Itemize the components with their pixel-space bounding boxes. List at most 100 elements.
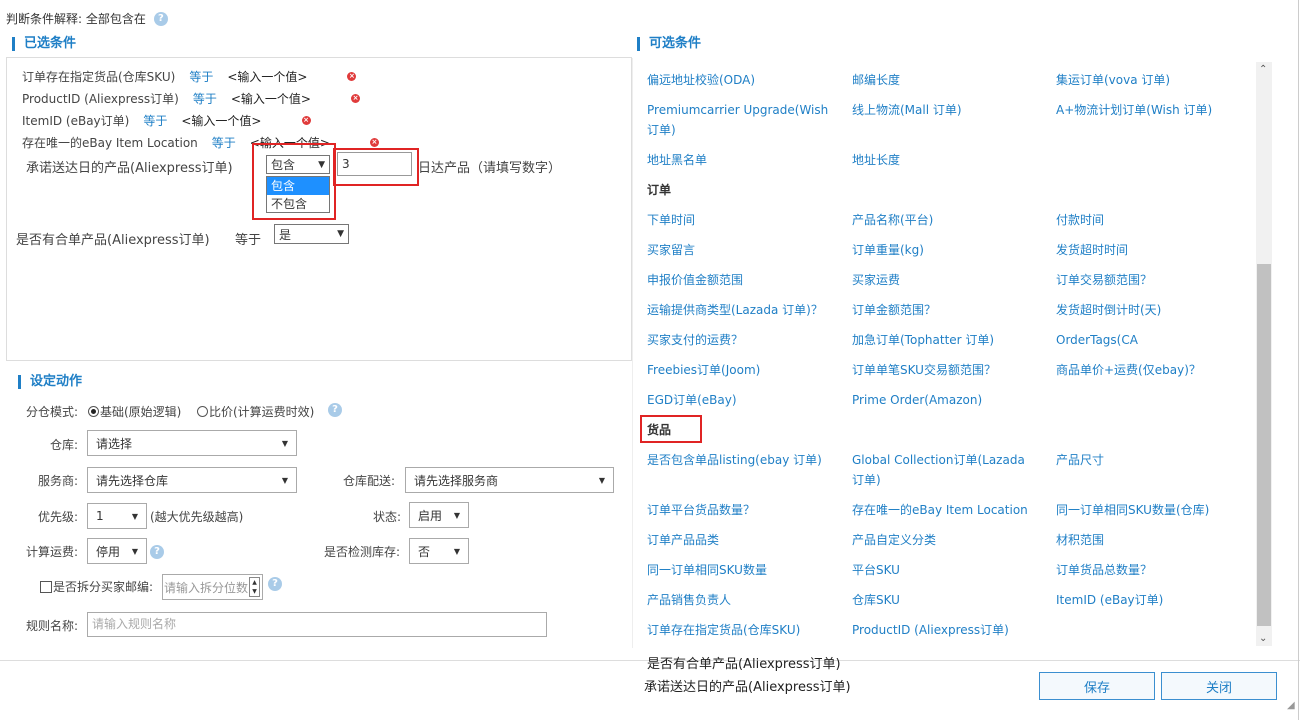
optional-scrollbar[interactable]: ⌃ ⌄ (1256, 62, 1272, 646)
optional-condition-item[interactable]: 邮编长度 (852, 70, 1040, 90)
remove-condition-icon[interactable]: × (369, 138, 379, 147)
condition-value[interactable]: <输入一个值> (231, 90, 311, 107)
optional-condition-item[interactable]: 偏远地址校验(ODA) (647, 70, 835, 90)
rule-name-input[interactable]: 请输入规则名称 (87, 612, 547, 637)
resize-grip-icon[interactable]: ◢ (1287, 700, 1295, 711)
drag-item-combine[interactable]: 是否有合单产品(Aliexpress订单) (647, 653, 841, 672)
optional-condition-item[interactable]: 付款时间 (1056, 210, 1244, 230)
scroll-down-icon[interactable]: ⌄ (1259, 633, 1267, 644)
optional-condition-item[interactable]: 仓库SKU (852, 590, 1040, 610)
optional-condition-item[interactable]: 产品名称(平台) (852, 210, 1040, 230)
caret-down-icon: ▼ (337, 229, 344, 239)
condition-explain-text: 判断条件解释: 全部包含在 (6, 12, 146, 26)
optional-condition-item[interactable]: 材积范围 (1056, 530, 1244, 550)
optional-condition-item[interactable]: 存在唯一的eBay Item Location (852, 500, 1040, 520)
optional-condition-item[interactable]: 产品销售负责人 (647, 590, 835, 610)
condition-operator[interactable]: 等于 (193, 90, 217, 107)
help-icon[interactable]: ? (268, 577, 282, 591)
optional-condition-item[interactable]: 线上物流(Mall 订单) (852, 100, 1040, 120)
help-icon[interactable]: ? (328, 403, 342, 417)
optional-condition-item[interactable]: ProductID (Aliexpress订单) (852, 620, 1040, 640)
optional-condition-item[interactable]: 买家支付的运费？ (647, 330, 835, 350)
optional-condition-item[interactable]: Prime Order(Amazon) (852, 390, 1040, 410)
split-digits-input[interactable]: 请输入拆分位数 ▲ ▼ (162, 574, 263, 600)
condition-value[interactable]: <输入一个值> (181, 112, 261, 129)
optional-condition-item[interactable]: Freebies订单(Joom) (647, 360, 835, 380)
remove-condition-icon[interactable]: × (301, 116, 311, 125)
scroll-up-icon[interactable]: ⌃ (1259, 64, 1267, 75)
optional-condition-item[interactable]: 同一订单相同SKU数量 (647, 560, 835, 580)
optional-condition-item[interactable]: 发货超时倒计时(天) (1056, 300, 1244, 320)
optional-condition-item[interactable]: 发货超时时间 (1056, 240, 1244, 260)
priority-select[interactable]: 1 ▼ (87, 503, 147, 529)
optional-condition-item[interactable]: 订单重量(kg) (852, 240, 1040, 260)
stock-select[interactable]: 否 ▼ (409, 538, 469, 564)
caret-down-icon: ▼ (453, 546, 460, 556)
optional-condition-item[interactable]: 订单平台货品数量？ (647, 500, 835, 520)
save-button[interactable]: 保存 (1039, 672, 1155, 700)
help-icon[interactable]: ? (153, 11, 168, 26)
optional-condition-item[interactable]: 平台SKU (852, 560, 1040, 580)
optional-condition-item[interactable]: 加急订单(Tophatter 订单) (852, 330, 1040, 350)
optional-condition-item[interactable]: OrderTags(CA (1056, 330, 1244, 350)
optional-condition-item[interactable]: 申报价值金额范围 (647, 270, 835, 290)
selected-condition-row: 订单存在指定货品(仓库SKU) 等于 <输入一个值> × (22, 68, 357, 85)
mode-basic-radio[interactable]: 基础(原始逻辑) (88, 403, 181, 420)
window-edge (1298, 0, 1299, 720)
caret-down-icon: ▼ (281, 438, 288, 448)
caret-down-icon: ▼ (131, 511, 138, 521)
optional-condition-item[interactable]: A+物流计划订单(Wish 订单) (1056, 100, 1244, 120)
optional-condition-item[interactable]: 是否包含单品listing(ebay 订单) (647, 450, 835, 470)
wh-delivery-select[interactable]: 请先选择服务商 ▼ (405, 467, 614, 493)
optional-condition-item[interactable]: 订单货品总数量？ (1056, 560, 1244, 580)
optional-condition-item[interactable]: 订单单笔SKU交易额范围？ (852, 360, 1040, 380)
remove-condition-icon[interactable]: × (347, 72, 357, 81)
optional-condition-item[interactable]: EGD订单(eBay) (647, 390, 835, 410)
optional-condition-item[interactable]: 地址黑名单 (647, 150, 835, 170)
highlight-select-box (252, 143, 336, 220)
condition-operator[interactable]: 等于 (143, 112, 167, 129)
optional-condition-item[interactable]: ItemID (eBay订单) (1056, 590, 1244, 610)
optional-condition-item[interactable]: 地址长度 (852, 150, 1040, 170)
optional-condition-item[interactable]: 订单交易额范围？ (1056, 270, 1244, 290)
optional-condition-item[interactable]: 买家运费 (852, 270, 1040, 290)
optional-condition-item[interactable]: 订单存在指定货品(仓库SKU) (647, 620, 835, 640)
caret-down-icon: ▼ (281, 475, 288, 485)
optional-condition-item[interactable]: 订单金额范围？ (852, 300, 1040, 320)
optional-condition-item[interactable]: 下单时间 (647, 210, 835, 230)
warehouse-label: 仓库: (50, 438, 79, 452)
optional-category-header: 订单 (647, 183, 672, 197)
close-button[interactable]: 关闭 (1161, 672, 1277, 700)
mode-compare-radio[interactable]: 比价(计算运费时效) (197, 403, 314, 420)
mode-label: 分仓模式: (26, 405, 79, 419)
freight-select[interactable]: 停用 ▼ (87, 538, 147, 564)
condition-field: ProductID (Aliexpress订单) (22, 92, 179, 106)
condition-operator[interactable]: 等于 (189, 68, 213, 85)
optional-condition-item[interactable]: 集运订单(vova 订单) (1056, 70, 1244, 90)
optional-condition-item[interactable]: 商品单价+运费(仅ebay)？ (1056, 360, 1244, 380)
condition-value[interactable]: <输入一个值> (227, 68, 307, 85)
optional-condition-item[interactable]: 买家留言 (647, 240, 835, 260)
provider-label: 服务商: (38, 474, 79, 488)
combine-value-select[interactable]: 是 ▼ (274, 224, 349, 244)
optional-condition-item[interactable]: Premiumcarrier Upgrade(Wish 订单) (647, 100, 835, 140)
condition-operator[interactable]: 等于 (212, 134, 236, 151)
provider-select[interactable]: 请先选择仓库 ▼ (87, 467, 297, 493)
help-icon[interactable]: ? (150, 545, 164, 559)
priority-hint: (越大优先级越高) (150, 510, 244, 524)
optional-condition-item[interactable]: 订单产品品类 (647, 530, 835, 550)
scrollbar-thumb[interactable] (1257, 264, 1271, 626)
highlight-input-box (333, 148, 419, 186)
remove-condition-icon[interactable]: × (351, 94, 360, 103)
optional-condition-item[interactable]: 同一订单相同SKU数量(仓库) (1056, 500, 1244, 520)
split-zip-checkbox[interactable]: 是否拆分买家邮编: (40, 578, 153, 595)
status-select[interactable]: 启用 ▼ (409, 502, 469, 528)
optional-condition-item[interactable]: 产品自定义分类 (852, 530, 1040, 550)
delivery-condition-label: 承诺送达日的产品(Aliexpress订单) (26, 161, 233, 176)
optional-condition-item[interactable]: Global Collection订单(Lazada 订单) (852, 450, 1040, 490)
optional-condition-item[interactable]: 产品尺寸 (1056, 450, 1244, 470)
optional-condition-item[interactable]: 运输提供商类型(Lazada 订单)？ (647, 300, 835, 320)
warehouse-select[interactable]: 请选择 ▼ (87, 430, 297, 456)
spinner-icon[interactable]: ▲ ▼ (249, 577, 260, 597)
drag-item-delivery[interactable]: 承诺送达日的产品(Aliexpress订单) (644, 676, 851, 695)
